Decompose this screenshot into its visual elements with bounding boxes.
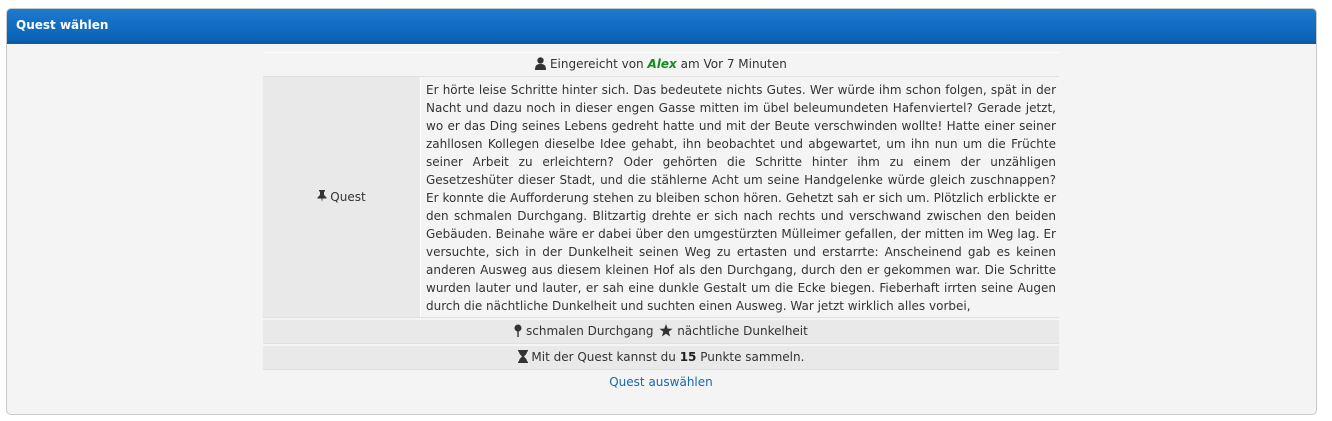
choose-row: Quest auswählen — [263, 370, 1059, 394]
submitted-prefix: Eingereicht von — [549, 57, 644, 71]
quest-row: Quest Er hörte leise Schritte hinter sic… — [263, 77, 1059, 318]
tags-row: schmalen Durchgang nächtliche Dunkelheit — [263, 318, 1059, 344]
panel-title: Quest wählen — [7, 9, 1316, 44]
tag-2: nächtliche Dunkelheit — [677, 324, 808, 338]
submitted-suffix: am Vor 7 Minuten — [680, 57, 787, 71]
quest-content: Eingereicht von Alex am Vor 7 Minuten Qu… — [263, 52, 1059, 394]
author-link[interactable]: Alex — [647, 57, 676, 71]
pin-icon — [317, 189, 327, 205]
star-icon — [659, 322, 673, 345]
points-prefix: Mit der Quest kannst du — [531, 350, 676, 364]
tag-1: schmalen Durchgang — [525, 324, 654, 338]
points-suffix: Punkte sammeln. — [700, 350, 805, 364]
quest-label-cell: Quest — [263, 77, 421, 317]
choose-quest-link[interactable]: Quest auswählen — [609, 375, 713, 389]
map-pin-icon — [514, 322, 522, 345]
points-row: Mit der Quest kannst du 15 Punkte sammel… — [263, 344, 1059, 370]
quest-panel: Quest wählen Eingereicht von Alex am Vor… — [6, 8, 1317, 415]
submitted-by-row: Eingereicht von Alex am Vor 7 Minuten — [263, 52, 1059, 77]
quest-label: Quest — [330, 190, 366, 204]
user-icon — [535, 55, 547, 78]
points-value: 15 — [679, 350, 697, 364]
hourglass-icon — [517, 348, 528, 371]
quest-text: Er hörte leise Schritte hinter sich. Das… — [421, 77, 1059, 317]
